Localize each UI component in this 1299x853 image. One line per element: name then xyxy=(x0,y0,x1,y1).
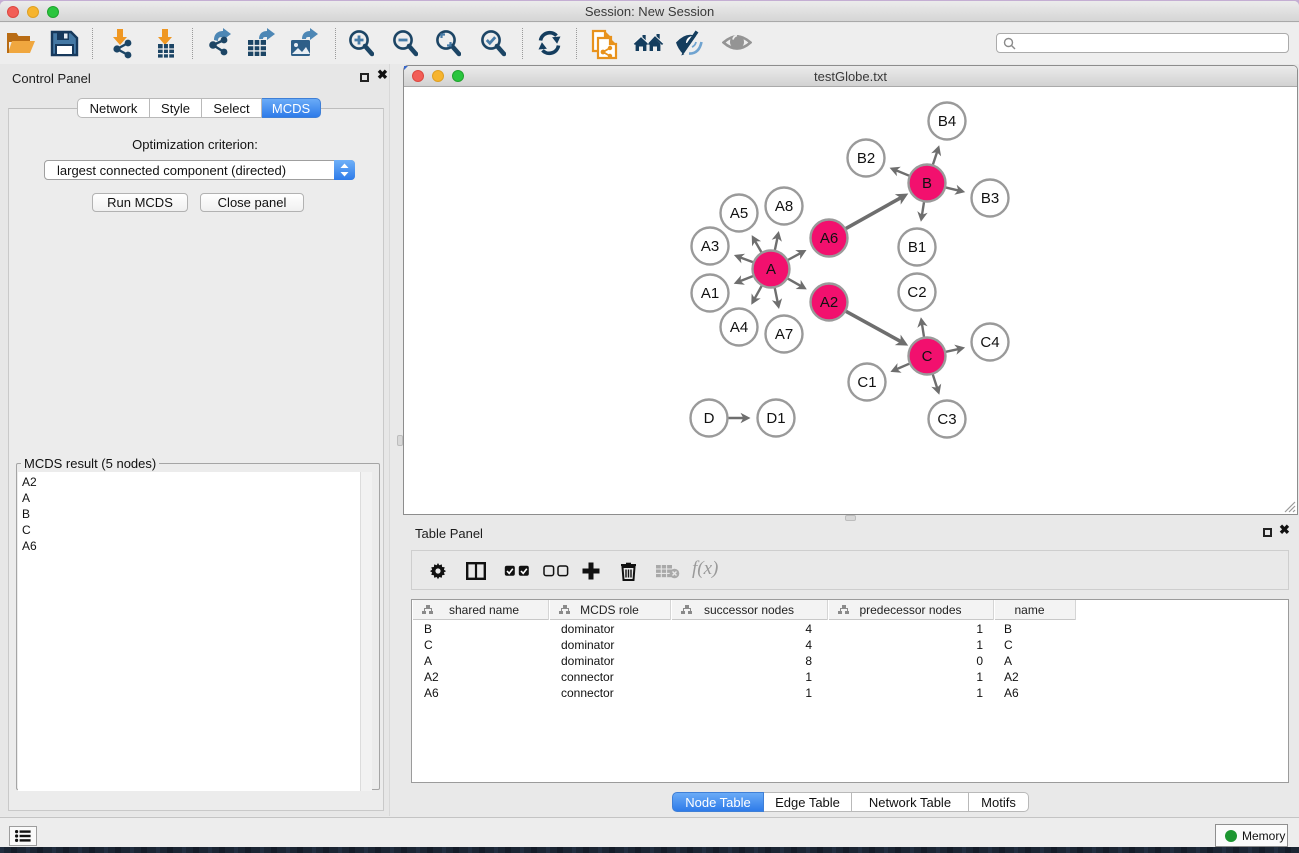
svg-text:B3: B3 xyxy=(981,190,999,207)
svg-text:B2: B2 xyxy=(857,150,875,167)
svg-text:A8: A8 xyxy=(775,198,793,215)
svg-text:A4: A4 xyxy=(730,319,748,336)
svg-text:A7: A7 xyxy=(775,326,793,343)
svg-text:A5: A5 xyxy=(730,205,748,222)
svg-text:A1: A1 xyxy=(701,285,719,302)
svg-text:A3: A3 xyxy=(701,238,719,255)
svg-text:C1: C1 xyxy=(857,374,876,391)
svg-text:B: B xyxy=(922,175,932,192)
svg-text:B4: B4 xyxy=(938,113,956,130)
svg-text:C4: C4 xyxy=(980,334,999,351)
svg-text:A6: A6 xyxy=(820,230,838,247)
svg-text:D1: D1 xyxy=(766,410,785,427)
svg-text:C2: C2 xyxy=(907,284,926,301)
svg-text:C: C xyxy=(922,348,933,365)
svg-text:D: D xyxy=(704,410,715,427)
svg-text:A2: A2 xyxy=(820,294,838,311)
svg-text:B1: B1 xyxy=(908,239,926,256)
svg-text:C3: C3 xyxy=(937,411,956,428)
svg-text:A: A xyxy=(766,261,776,278)
